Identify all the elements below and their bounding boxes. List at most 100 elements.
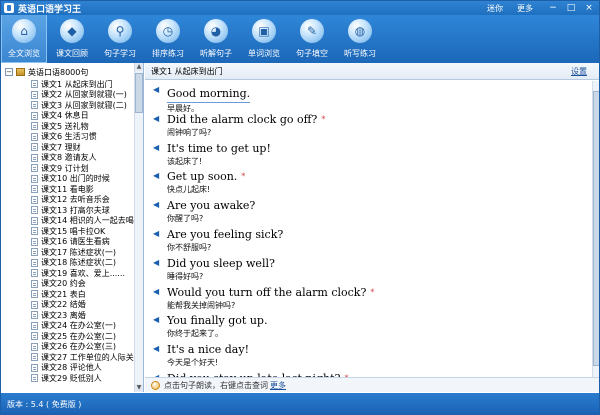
- document-icon: [31, 195, 38, 204]
- clock-icon: ◷: [156, 19, 180, 43]
- lesson-item[interactable]: 课文21 表白: [1, 289, 135, 300]
- speaker-icon[interactable]: ◀: [153, 316, 161, 324]
- sentence-item[interactable]: ◀ Would you turn off the alarm clock? * 能帮我…: [145, 283, 592, 312]
- lesson-item[interactable]: 课文2 从回家到就寝(一): [1, 90, 135, 101]
- window-title: 英语口语学习王: [18, 4, 82, 15]
- lesson-item[interactable]: 课文16 请医生看病: [1, 237, 135, 248]
- mini-mode-link[interactable]: 迷你: [487, 3, 503, 14]
- sentence-item[interactable]: ◀ You finally got up. 你终于起来了。: [145, 311, 592, 340]
- sentence-item[interactable]: ◀ Are you feeling sick? 你不舒服吗?: [145, 225, 592, 254]
- lesson-item[interactable]: 课文1 从起床到出门: [1, 79, 135, 90]
- scroll-down-arrow-icon[interactable]: ▼: [135, 384, 143, 392]
- sentence-item[interactable]: ◀Did you stay up late last night?*: [145, 369, 592, 377]
- lesson-item[interactable]: 课文19 喜欢、爱上......: [1, 268, 135, 279]
- settings-link[interactable]: 设置: [571, 66, 587, 77]
- speaker-icon[interactable]: ◀: [153, 143, 161, 152]
- collapse-toggle[interactable]: −: [5, 68, 13, 76]
- lesson-item[interactable]: 课文23 离婚: [1, 310, 135, 321]
- title-bar-right: 迷你 更多 − □ ×: [487, 1, 599, 15]
- lesson-item[interactable]: 课文14 相识的人一起去喝酒: [1, 216, 135, 227]
- lesson-label: 课文18 陈述症状(二): [41, 258, 116, 268]
- speaker-icon[interactable]: ◀: [153, 114, 161, 123]
- toolbar-button-6[interactable]: ▣ 单词浏览: [241, 15, 287, 63]
- english-text: Did you sleep well?: [167, 256, 275, 270]
- document-icon: [31, 111, 38, 120]
- toolbar-button-8[interactable]: ◍ 听写练习: [337, 15, 383, 63]
- document-icon: [31, 342, 38, 351]
- english-sentence: Would you turn off the alarm clock? *: [167, 283, 592, 300]
- scroll-up-arrow-icon[interactable]: ▲: [135, 63, 143, 71]
- english-sentence: Good morning.: [167, 81, 592, 103]
- sentence-item[interactable]: ◀ It's time to get up! 该起床了!: [145, 139, 592, 168]
- close-button[interactable]: ×: [583, 2, 595, 14]
- chinese-translation: 你不舒服吗?: [167, 242, 212, 252]
- sentence-item[interactable]: ◀ Get up soon. * 快点儿起床!: [145, 167, 592, 196]
- lesson-item[interactable]: 课文8 邀请友人: [1, 153, 135, 164]
- sentence-item[interactable]: ◀ Did you sleep well? 睡得好吗?: [145, 254, 592, 283]
- content-scroll-thumb[interactable]: [593, 91, 599, 366]
- lesson-label: 课文14 相识的人一起去喝酒: [41, 216, 135, 226]
- lesson-item[interactable]: 课文5 送礼物: [1, 121, 135, 132]
- speaker-icon[interactable]: ◀: [153, 287, 161, 296]
- sentence-item[interactable]: ◀ Are you awake? 你醒了吗?: [145, 196, 592, 225]
- speaker-icon[interactable]: ◀: [153, 201, 161, 209]
- lesson-label: 课文8 邀请友人: [41, 153, 97, 163]
- lesson-item[interactable]: 课文3 从回家到就寝(二): [1, 100, 135, 111]
- tree-root-label: 英语口语8000句: [28, 67, 89, 77]
- lesson-item[interactable]: 课文24 在办公室(一): [1, 321, 135, 332]
- lesson-item[interactable]: 课文4 休息日: [1, 111, 135, 122]
- toolbar-button-7[interactable]: ✎ 句子填空: [289, 15, 335, 63]
- lesson-label: 课文24 在办公室(一): [41, 321, 116, 331]
- speaker-icon[interactable]: ◀: [153, 86, 161, 94]
- lesson-label: 课文1 从起床到出门: [41, 79, 113, 89]
- lesson-item[interactable]: 课文10 出门的时候: [1, 174, 135, 185]
- speaker-icon[interactable]: ◀: [153, 229, 161, 238]
- sentence-item[interactable]: ◀ It's a nice day! 今天是个好天!: [145, 340, 592, 369]
- speaker-icon[interactable]: ◀: [153, 345, 161, 353]
- content-header: 课文1 从起床到出门 设置: [145, 63, 599, 80]
- sentence-list: ◀ Good morning. 早晨好。 ◀ Did the alarm clock g…: [145, 81, 592, 377]
- toolbar-button-5[interactable]: ◕ 听解句子: [193, 15, 239, 63]
- sentence-item[interactable]: ◀ Did the alarm clock go off? * 闹钟响了吗?: [145, 110, 592, 139]
- lesson-item[interactable]: 课文26 在办公室(三): [1, 342, 135, 353]
- main-toolbar: ⌂ 全文浏览 ◆ 课文回顾 ⚲ 句子学习 ◷ 排序练习 ◕ 听解句子 ▣ 单词浏览 ✎ 句子填空 ◍ 听写练习: [1, 15, 599, 63]
- chinese-translation: 能帮我关掉闹钟吗?: [167, 300, 236, 310]
- toolbar-button-3[interactable]: ⚲ 句子学习: [97, 15, 143, 63]
- note-mark: *: [321, 114, 326, 124]
- book-icon: [16, 68, 25, 76]
- chinese-translation: 你醒了吗?: [167, 214, 204, 224]
- toolbar-button-4[interactable]: ◷ 排序练习: [145, 15, 191, 63]
- lesson-item[interactable]: 课文22 结婚: [1, 300, 135, 311]
- speaker-icon[interactable]: ◀: [153, 172, 161, 180]
- lesson-item[interactable]: 课文11 看电影: [1, 184, 135, 195]
- english-sentence: It's a nice day!: [167, 340, 592, 357]
- lesson-item[interactable]: 课文17 陈述症状(一): [1, 247, 135, 258]
- lesson-item[interactable]: 课文9 订计划: [1, 163, 135, 174]
- minimize-button[interactable]: −: [547, 2, 559, 14]
- lesson-item[interactable]: 课文25 在办公室(二): [1, 331, 135, 342]
- lesson-item[interactable]: 课文12 去听音乐会: [1, 195, 135, 206]
- document-icon: [31, 332, 38, 341]
- toolbar-button-2[interactable]: ◆ 课文回顾: [49, 15, 95, 63]
- maximize-button[interactable]: □: [565, 2, 577, 14]
- content-scrollbar[interactable]: [592, 81, 599, 377]
- chinese-translation: 睡得好吗?: [167, 271, 204, 281]
- lesson-item[interactable]: 课文20 约会: [1, 279, 135, 290]
- sentence-item[interactable]: ◀ Good morning. 早晨好。: [145, 81, 592, 113]
- toolbar-button-1[interactable]: ⌂ 全文浏览: [1, 15, 47, 63]
- lesson-item[interactable]: 课文27 工作单位的人际关系: [1, 352, 135, 363]
- lesson-item[interactable]: 课文29 贬低别人: [1, 373, 135, 384]
- lesson-item[interactable]: 课文18 陈述症状(二): [1, 258, 135, 269]
- tree-scroll-thumb[interactable]: [135, 73, 143, 113]
- speaker-icon[interactable]: ◀: [153, 258, 161, 267]
- lesson-item[interactable]: 课文13 打高尔夫球: [1, 205, 135, 216]
- tree-scrollbar[interactable]: ▲ ▼: [134, 63, 143, 392]
- more-link[interactable]: 更多: [517, 3, 533, 14]
- tree-root[interactable]: − 英语口语8000句: [5, 67, 143, 77]
- lesson-item[interactable]: 课文15 唱卡拉OK: [1, 226, 135, 237]
- document-icon: [31, 216, 38, 225]
- lesson-item[interactable]: 课文28 评论他人: [1, 363, 135, 374]
- lesson-item[interactable]: 课文6 生活习惯: [1, 132, 135, 143]
- hint-more-link[interactable]: 更多: [270, 380, 286, 391]
- lesson-item[interactable]: 课文7 理财: [1, 142, 135, 153]
